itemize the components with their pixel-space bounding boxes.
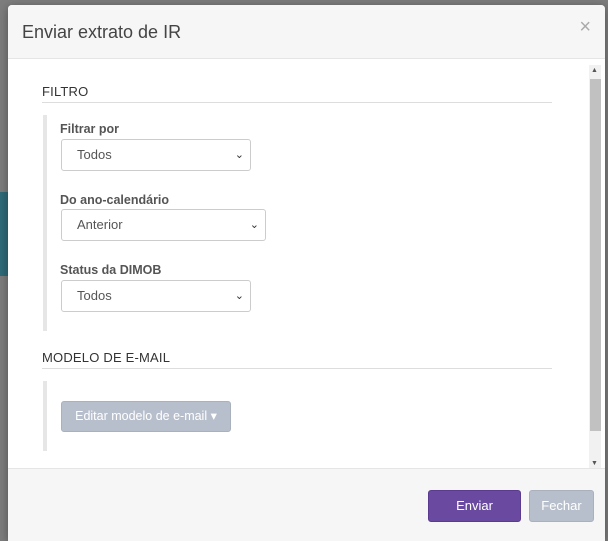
edit-email-template-label: Editar modelo de e-mail bbox=[75, 409, 208, 423]
close-button[interactable]: Fechar bbox=[529, 490, 594, 522]
calendar-year-value: Anterior bbox=[77, 217, 123, 232]
send-button[interactable]: Enviar bbox=[428, 490, 521, 522]
modal-footer: Enviar Fechar bbox=[8, 468, 605, 541]
chevron-down-icon: ⌄ bbox=[234, 149, 244, 161]
scroll-down-icon[interactable]: ▼ bbox=[591, 460, 598, 467]
calendar-year-label: Do ano-calendário bbox=[60, 193, 170, 207]
modal-header: Enviar extrato de IR × bbox=[8, 5, 605, 59]
email-group-bar bbox=[43, 381, 47, 451]
edit-email-template-button[interactable]: Editar modelo de e-mail ▾ bbox=[61, 401, 231, 432]
filter-by-value: Todos bbox=[77, 147, 112, 162]
background-banner-fragment bbox=[0, 192, 8, 276]
dimob-status-value: Todos bbox=[77, 288, 112, 303]
filter-by-label: Filtrar por bbox=[60, 122, 120, 136]
calendar-year-select[interactable]: Anterior ⌄ bbox=[61, 209, 266, 241]
email-section-title: MODELO DE E-MAIL bbox=[42, 350, 552, 369]
send-ir-extract-dialog: Enviar extrato de IR × FILTRO Filtrar po… bbox=[8, 5, 605, 541]
scroll-thumb[interactable] bbox=[590, 79, 601, 431]
filter-section-title: FILTRO bbox=[42, 84, 552, 103]
caret-down-icon: ▾ bbox=[210, 409, 217, 423]
dimob-status-select[interactable]: Todos ⌄ bbox=[61, 280, 251, 312]
chevron-down-icon: ⌄ bbox=[234, 290, 244, 302]
dimob-status-label: Status da DIMOB bbox=[60, 263, 162, 277]
modal-title: Enviar extrato de IR bbox=[22, 22, 182, 42]
chevron-down-icon: ⌄ bbox=[249, 219, 259, 231]
modal-scrollbar[interactable]: ▲ ▼ bbox=[589, 65, 601, 468]
filter-by-select[interactable]: Todos ⌄ bbox=[61, 139, 251, 171]
filter-group-bar bbox=[43, 115, 47, 331]
close-icon[interactable]: × bbox=[579, 17, 591, 37]
scroll-up-icon[interactable]: ▲ bbox=[591, 67, 598, 74]
